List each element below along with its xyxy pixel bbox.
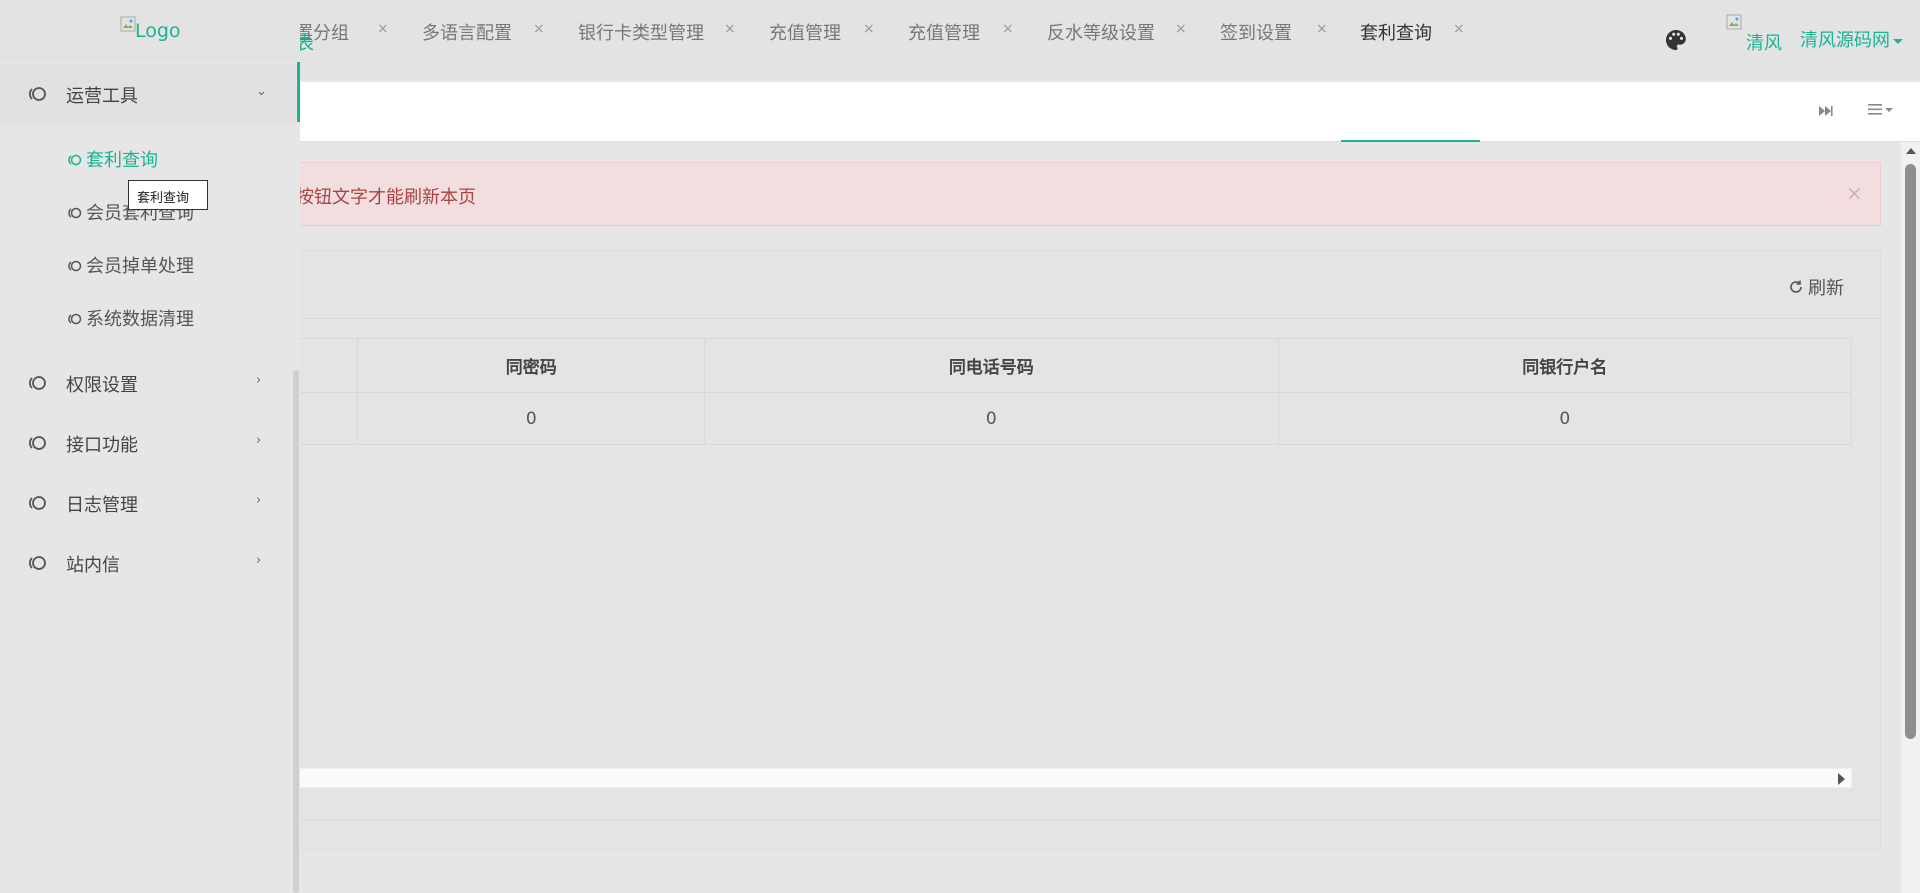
sidebar-item-system-data-cleanup[interactable]: 系统数据清理	[68, 305, 194, 335]
sidebar-group-logs[interactable]: 日志管理 ›	[0, 473, 296, 533]
sidebar-group-permissions[interactable]: 权限设置 ›	[0, 353, 296, 413]
avatar[interactable]: 清风	[1726, 14, 1786, 54]
menu-icon[interactable]	[1866, 100, 1896, 123]
panel-divider	[275, 318, 1881, 319]
column-header: 同银行户名	[1277, 338, 1853, 393]
chevron-down-icon: ⌄	[256, 84, 267, 99]
sidebar-tooltip: 套利查询	[128, 180, 208, 210]
tab-close-icon[interactable]: ×	[724, 21, 736, 37]
sidebar-item-label: 套利查询	[86, 150, 158, 171]
tab-label: 充值管理	[769, 23, 841, 44]
sidebar-group-ops-tools[interactable]: 运营工具 ⌄	[0, 64, 296, 124]
tab-close-icon[interactable]: ×	[863, 21, 875, 37]
panel-divider	[275, 819, 1881, 820]
alert-text: 按钮文字才能刷新本页	[296, 187, 476, 208]
alert-banner	[275, 162, 1881, 226]
circle-icon	[29, 376, 46, 390]
broken-image-icon	[1726, 14, 1742, 30]
column-header: 同电话号码	[704, 338, 1279, 393]
tab-label: 反水等级设置	[1047, 23, 1155, 44]
circle-icon	[68, 313, 82, 325]
tab-item[interactable]: 充值管理 ×	[769, 0, 875, 60]
tab-close-icon[interactable]: ×	[1453, 21, 1465, 37]
tab-label: 多语言配置	[422, 23, 512, 44]
tab-close-icon[interactable]: ×	[1175, 21, 1187, 37]
scroll-up-icon[interactable]	[1906, 148, 1916, 154]
circle-icon	[29, 496, 46, 510]
broken-image-icon	[120, 16, 136, 32]
palette-icon[interactable]	[1664, 28, 1688, 52]
sidebar-item-member-dropped-order[interactable]: 会员掉单处理	[68, 252, 194, 282]
tab-close-icon[interactable]: ×	[377, 21, 389, 37]
result-table: 同IP 同密码 同电话号码 同银行户名 0 0 0 0	[111, 338, 1853, 445]
tab-close-icon[interactable]: ×	[1002, 21, 1014, 37]
table-cell: 0	[704, 392, 1279, 445]
chevron-right-icon: ›	[256, 373, 262, 388]
chevron-right-icon: ›	[256, 553, 262, 568]
sidebar-item-arbitrage-query[interactable]: 套利查询	[68, 146, 158, 176]
sidebar-group-label: 站内信	[66, 555, 120, 576]
circle-icon	[68, 260, 82, 272]
sidebar-item-label: 系统数据清理	[86, 309, 194, 330]
refresh-label: 刷新	[1808, 278, 1844, 299]
circle-icon	[29, 87, 46, 101]
user-menu-dropdown[interactable]: 清风源码网	[1800, 26, 1903, 52]
logo-alt-text: Logo	[135, 20, 181, 42]
tab-item[interactable]: 反水等级设置 ×	[1047, 0, 1187, 60]
tab-label: 银行卡类型管理	[578, 23, 704, 44]
skip-forward-icon[interactable]	[1816, 102, 1834, 120]
refresh-icon	[1790, 280, 1802, 293]
tab-label: 签到设置	[1220, 23, 1292, 44]
tab-item[interactable]: 充值管理 ×	[908, 0, 1014, 60]
sidebar-group-label: 接口功能	[66, 435, 138, 456]
table-cell: 0	[357, 392, 706, 445]
tab-close-icon[interactable]: ×	[533, 21, 545, 37]
table-row: 0 0 0 0	[111, 392, 1853, 445]
sidebar-logo[interactable]: Logo	[0, 0, 300, 62]
circle-icon	[68, 154, 82, 166]
tab-close-icon[interactable]: ×	[1316, 21, 1328, 37]
refresh-button[interactable]: 刷新	[1788, 274, 1844, 300]
sidebar-group-label: 运营工具	[66, 86, 138, 107]
tab-item[interactable]: 置分组 ×	[295, 0, 389, 60]
sidebar-item-label: 会员掉单处理	[86, 256, 194, 277]
scrollbar-thumb[interactable]	[1905, 164, 1916, 739]
scroll-right-icon[interactable]	[1838, 773, 1845, 785]
circle-icon	[29, 436, 46, 450]
user-name: 清风源码网	[1800, 30, 1890, 51]
caret-down-icon	[1893, 38, 1903, 44]
circle-icon	[29, 556, 46, 570]
tab-item[interactable]: 签到设置 ×	[1220, 0, 1328, 60]
sidebar-active-accent	[297, 62, 300, 122]
alert-close-icon[interactable]: ×	[1846, 181, 1863, 205]
sidebar-group-messages[interactable]: 站内信 ›	[0, 533, 296, 593]
column-header: 同密码	[357, 338, 706, 393]
chevron-right-icon: ›	[256, 433, 262, 448]
tab-item-active[interactable]: 套利查询 ×	[1360, 0, 1465, 60]
table-horizontal-scrollbar[interactable]	[280, 768, 1852, 788]
circle-icon	[68, 207, 82, 219]
tab-label: 套利查询	[1360, 23, 1432, 44]
sidebar-group-label: 日志管理	[66, 495, 138, 516]
table-header-row: 同IP 同密码 同电话号码 同银行户名	[111, 338, 1853, 393]
page-vertical-scrollbar[interactable]	[1901, 142, 1920, 893]
avatar-alt-text: 清风	[1746, 33, 1782, 54]
tab-item[interactable]: 银行卡类型管理 ×	[578, 0, 736, 60]
sidebar-group-label: 权限设置	[66, 375, 138, 396]
sidebar-group-api[interactable]: 接口功能 ›	[0, 413, 296, 473]
table-cell: 0	[1277, 392, 1853, 445]
tab-item[interactable]: 多语言配置 ×	[422, 0, 545, 60]
chevron-right-icon: ›	[256, 493, 262, 508]
tab-label: 充值管理	[908, 23, 980, 44]
tab-label: 置分组	[295, 23, 349, 44]
